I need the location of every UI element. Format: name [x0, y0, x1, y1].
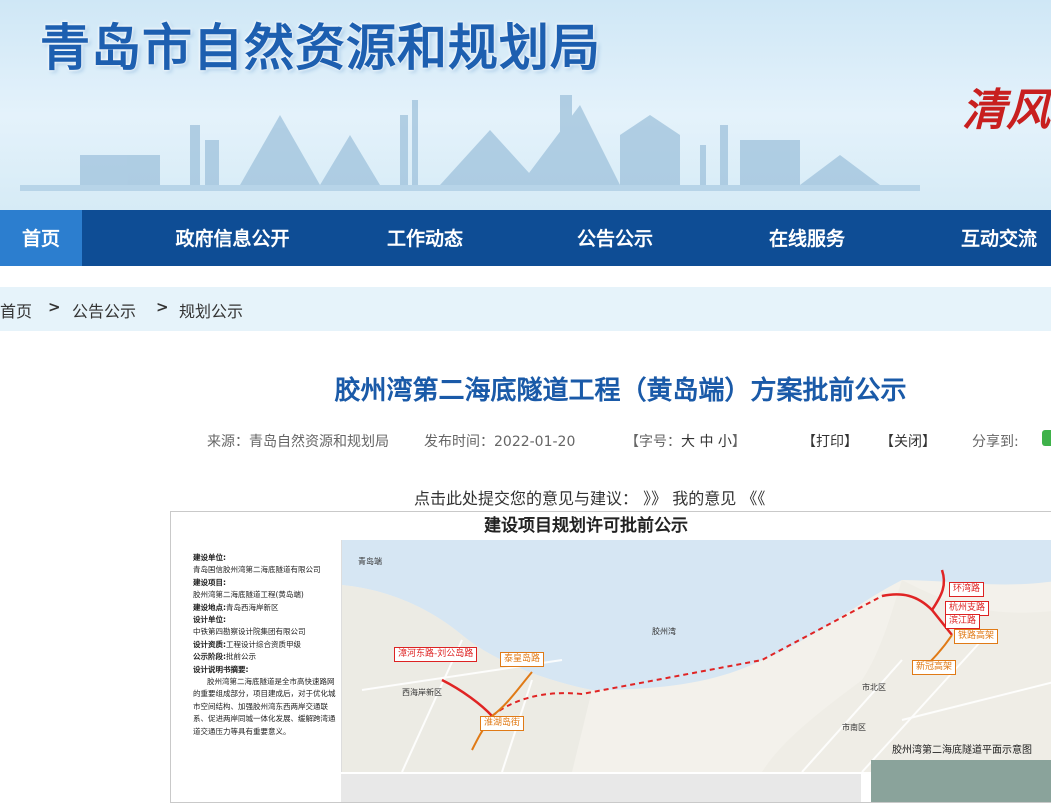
nav-item-work-news[interactable]: 工作动态 [370, 210, 480, 266]
project-info-panel: 建设单位: 青岛国信胶州湾第二海底隧道有限公司 建设项目: 胶州湾第二海底隧道工… [193, 552, 341, 738]
road-label-orange: 淮湖岛街 [480, 716, 525, 731]
road-label-red: 环湾路 [949, 582, 985, 597]
feedback-arrows-right: 》》 [643, 489, 668, 508]
road-label-orange: 新冠高架 [912, 660, 957, 675]
main-nav: 首页 政府信息公开 工作动态 公告公示 在线服务 互动交流 [0, 210, 1051, 266]
field-label: 建设单位: [193, 553, 226, 562]
map-area-label: 青岛端 [358, 557, 382, 566]
tunnel-map: 青岛端 胶州湾 西海岸新区 市北区 市南区 漳河东路-刘公岛路 环湾路 杭州支路… [341, 540, 1051, 772]
road-label-orange: 泰皇岛路 [500, 652, 545, 667]
close-button[interactable]: 【关闭】 [880, 431, 936, 451]
article-title: 胶州湾第二海底隧道工程（黄岛端）方案批前公示 [334, 376, 907, 406]
feedback-line: 点击此处提交您的意见与建议： 》》 我的意见 《《 [414, 485, 765, 509]
map-area-label: 市南区 [842, 723, 866, 732]
nav-item-home[interactable]: 首页 [0, 210, 82, 266]
breadcrumb-separator: > [48, 298, 61, 316]
design-description: 胶州湾第二海底隧道是全市高快速路网的重要组成部分，项目建成后，对于优化城市空间结… [193, 677, 336, 736]
font-size-medium[interactable]: 中 [699, 434, 713, 450]
breadcrumb: 首页 > 公告公示 > 规划公示 [0, 287, 1051, 331]
rendering-photo [341, 774, 861, 802]
nav-item-gov-info[interactable]: 政府信息公开 [160, 210, 305, 266]
feedback-prompt: 点击此处提交您的意见与建议： [414, 489, 639, 508]
planning-notice-image: 建设项目规划许可批前公示 建设单位: 青岛国信胶州湾第二海底隧道有限公司 建设项… [170, 511, 1051, 803]
nav-item-announcements[interactable]: 公告公示 [560, 210, 670, 266]
field-value: 胶州湾第二海底隧道工程(黄岛端) [193, 590, 304, 600]
field-value: 工程设计综合资质甲级 [226, 639, 301, 649]
field-label: 建设地点: [193, 602, 226, 612]
field-value: 批前公示 [226, 652, 256, 662]
breadcrumb-announcements[interactable]: 公告公示 [72, 298, 136, 322]
feedback-arrows-left: 《《 [741, 489, 766, 508]
field-value: 青岛国信胶州湾第二海底隧道有限公司 [193, 565, 321, 575]
font-size-control: 【字号：大 中 小】 [625, 431, 746, 451]
map-area-label: 市北区 [862, 683, 886, 692]
breadcrumb-home[interactable]: 首页 [0, 298, 32, 322]
road-label-orange: 铁路高架 [954, 629, 999, 644]
road-label-red: 滨江路 [945, 614, 981, 629]
nav-item-interaction[interactable]: 互动交流 [944, 210, 1051, 266]
map-caption: 胶州湾第二海底隧道平面示意图 [892, 745, 1032, 756]
print-button[interactable]: 【打印】 [802, 431, 858, 451]
rendering-photo [871, 760, 1051, 802]
field-label: 设计资质: [193, 639, 226, 649]
field-label: 公示阶段: [193, 652, 226, 662]
map-area-label: 胶州湾 [652, 627, 676, 636]
field-value: 中铁第四勘察设计院集团有限公司 [193, 627, 306, 637]
article-source: 来源：青岛自然资源和规划局 [207, 434, 389, 450]
map-area-label: 西海岸新区 [402, 688, 442, 697]
city-skyline-illustration [20, 95, 920, 191]
breadcrumb-planning[interactable]: 规划公示 [179, 298, 243, 322]
font-size-close: 】 [731, 434, 746, 450]
article-publish-time: 发布时间：2022-01-20 [424, 434, 576, 450]
field-label: 建设项目: [193, 577, 226, 587]
field-value: 青岛西海岸新区 [226, 602, 279, 612]
site-banner: 青岛市自然资源和规划局 清风 [0, 0, 1051, 210]
site-title[interactable]: 青岛市自然资源和规划局 [40, 8, 601, 80]
share-label: 分享到: [972, 434, 1019, 450]
font-size-label: 【字号： [625, 434, 681, 450]
banner-slogan: 清风 [962, 85, 1050, 136]
my-opinion-link[interactable]: 我的意见 [672, 489, 736, 508]
field-label: 设计说明书摘要: [193, 664, 249, 674]
wechat-share-icon[interactable] [1042, 430, 1051, 446]
font-size-large[interactable]: 大 [681, 434, 695, 450]
road-label-red: 漳河东路-刘公岛路 [394, 647, 478, 662]
breadcrumb-separator: > [156, 298, 169, 316]
nav-item-online-services[interactable]: 在线服务 [752, 210, 862, 266]
font-size-small[interactable]: 小 [718, 434, 732, 450]
field-label: 设计单位: [193, 615, 226, 625]
notice-title: 建设项目规划许可批前公示 [484, 516, 688, 536]
